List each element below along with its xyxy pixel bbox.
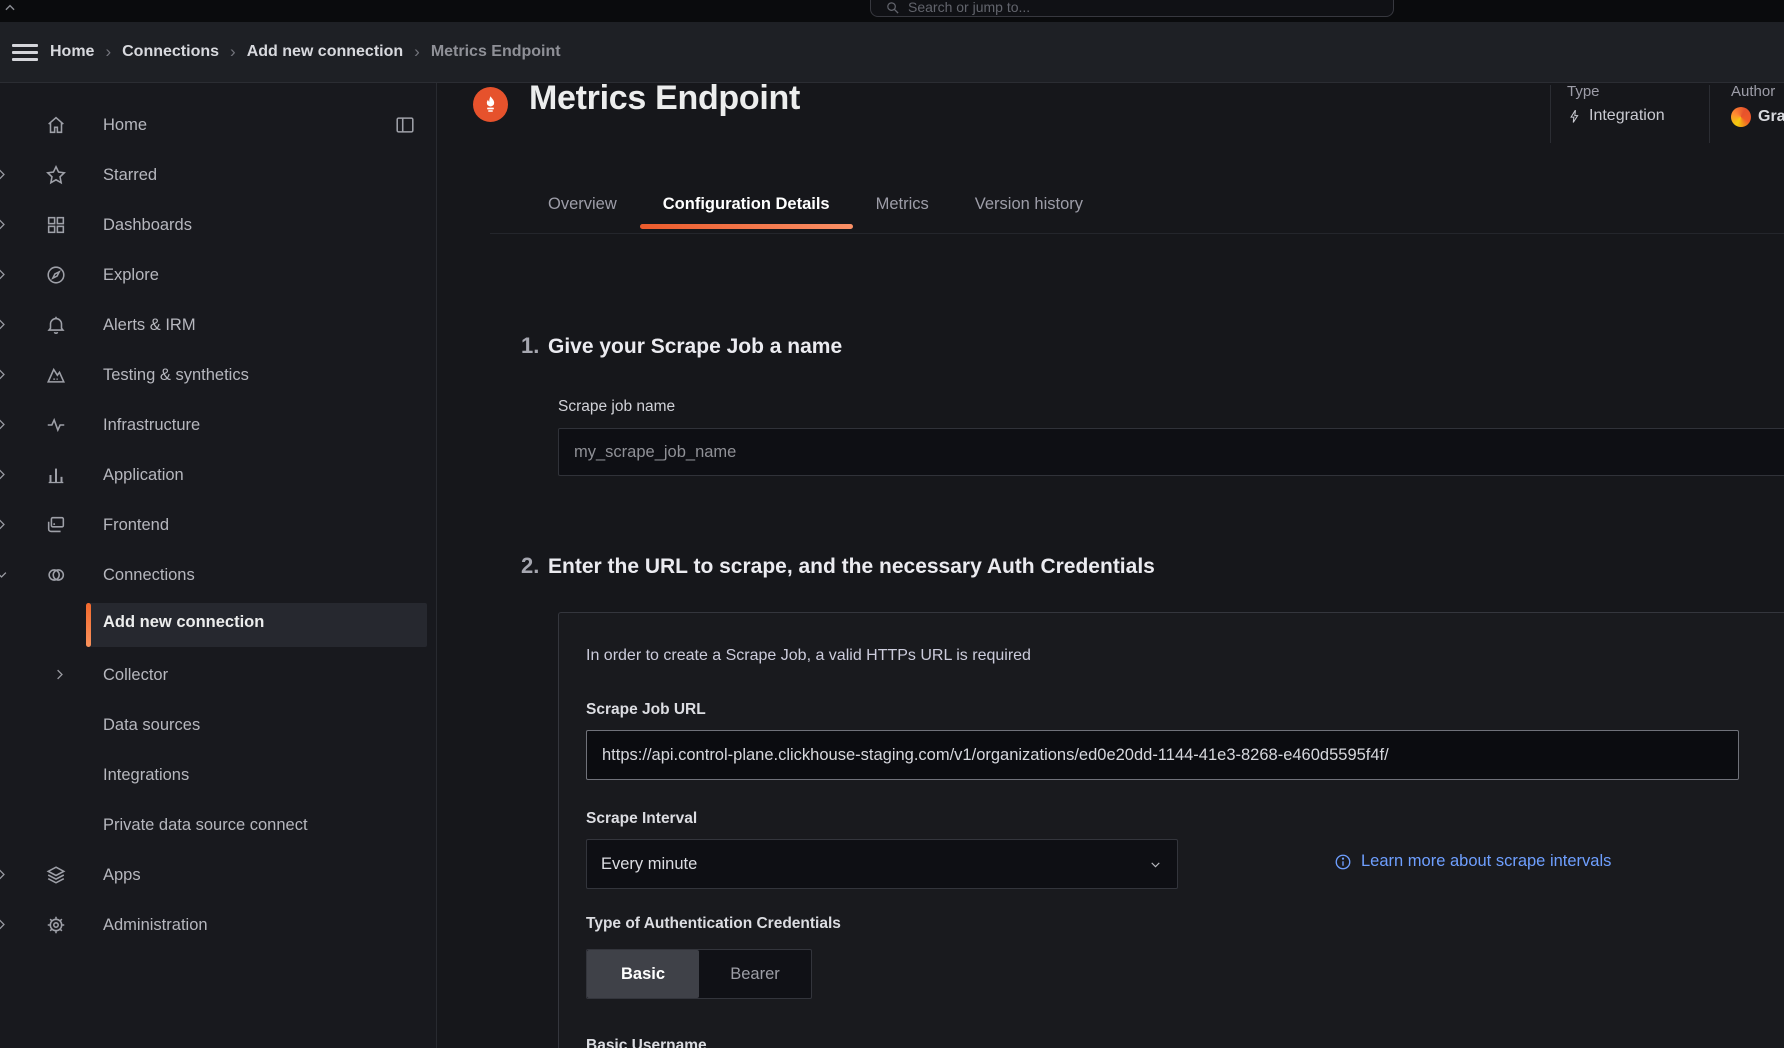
menu-icon[interactable] <box>12 40 38 65</box>
scrape-job-name-label: Scrape job name <box>558 398 675 416</box>
tab-version-history[interactable]: Version history <box>952 181 1106 229</box>
tab-bottom-border <box>490 233 1784 234</box>
sidebar-item-alerts-irm[interactable]: Alerts & IRM <box>0 300 436 350</box>
top-bar: Search or jump to... <box>0 0 1784 22</box>
search-icon <box>885 0 900 15</box>
breadcrumb-metrics-endpoint: Metrics Endpoint <box>431 43 561 61</box>
sidebar-item-infrastructure[interactable]: Infrastructure <box>0 400 436 450</box>
bell-icon <box>45 314 67 336</box>
tab-metrics[interactable]: Metrics <box>853 181 952 229</box>
basic-username-label: Basic Username <box>586 1037 707 1048</box>
tab-configuration-details[interactable]: Configuration Details <box>640 181 853 229</box>
header-divider <box>1550 85 1551 143</box>
scrape-job-url-input[interactable] <box>586 730 1739 780</box>
connections-icon <box>45 564 67 586</box>
breadcrumb-add-new-connection[interactable]: Add new connection <box>247 43 403 61</box>
sidebar-item-starred[interactable]: Starred <box>0 150 436 200</box>
sidebar-item-integrations[interactable]: Integrations <box>0 750 436 800</box>
sidebar-item-application[interactable]: Application <box>0 450 436 500</box>
scrape-job-url-label: Scrape Job URL <box>586 701 706 719</box>
chevron-right-icon[interactable] <box>0 367 9 382</box>
chevron-up-icon[interactable] <box>3 1 17 15</box>
card-note: In order to create a Scrape Job, a valid… <box>586 647 1031 665</box>
sidebar-item-frontend[interactable]: Frontend <box>0 500 436 550</box>
sidebar-item-explore[interactable]: Explore <box>0 250 436 300</box>
auth-option-bearer[interactable]: Bearer <box>699 950 811 998</box>
k6-mountain-icon <box>45 364 67 386</box>
dock-menu-icon[interactable] <box>394 114 416 136</box>
sidebar-item-data-sources[interactable]: Data sources <box>0 700 436 750</box>
layers-icon <box>45 864 67 886</box>
chevron-right-icon[interactable] <box>0 517 9 532</box>
chevron-right-icon[interactable] <box>0 467 9 482</box>
section-1-heading: 1. Give your Scrape Job a name <box>521 333 842 359</box>
selected-nav-highlight[interactable]: Add new connection <box>86 603 427 647</box>
gear-icon <box>45 914 67 936</box>
sidebar-item-connections[interactable]: Connections <box>0 550 436 600</box>
grafana-app: Search or jump to... Home › Connections … <box>0 0 1784 1048</box>
chevron-right-icon[interactable] <box>0 167 9 182</box>
url-auth-card: In order to create a Scrape Job, a valid… <box>558 612 1784 1048</box>
learn-more-link[interactable]: Learn more about scrape intervals <box>1334 852 1611 871</box>
prometheus-icon <box>473 87 508 122</box>
type-meta: Type Integration <box>1567 83 1665 125</box>
bar-chart-icon <box>45 464 67 486</box>
grafana-logo-icon <box>1731 107 1751 127</box>
sidebar-item-home[interactable]: Home <box>0 100 436 150</box>
sidebar-item-dashboards[interactable]: Dashboards <box>0 200 436 250</box>
chevron-right-icon[interactable] <box>0 917 9 932</box>
chevron-right-icon[interactable] <box>0 417 9 432</box>
sidebar-item-testing-synthetics[interactable]: Testing & synthetics <box>0 350 436 400</box>
type-value: Integration <box>1589 107 1665 125</box>
section-2-heading: 2. Enter the URL to scrape, and the nece… <box>521 553 1155 579</box>
pulse-icon <box>45 414 67 436</box>
auth-type-toggle: Basic Bearer <box>586 949 812 999</box>
breadcrumb-connections[interactable]: Connections <box>122 43 219 61</box>
auth-type-label: Type of Authentication Credentials <box>586 915 841 933</box>
active-indicator-bar <box>86 603 91 647</box>
sidebar: Home Starred Dashboards Explore <box>0 83 437 1048</box>
main-content: Metrics Endpoint Type Integration Author… <box>437 83 1784 1048</box>
chevron-right-icon[interactable] <box>0 267 9 282</box>
chevron-right-icon[interactable] <box>0 317 9 332</box>
breadcrumb: Home › Connections › Add new connection … <box>50 42 561 62</box>
chevron-right-icon: › <box>414 42 420 62</box>
sidebar-item-add-new-connection[interactable]: Add new connection <box>0 600 436 650</box>
scrape-interval-select[interactable]: Every minute <box>586 839 1178 889</box>
breadcrumb-bar: Home › Connections › Add new connection … <box>0 22 1784 83</box>
chevron-down-icon[interactable] <box>0 567 9 582</box>
star-icon <box>45 164 67 186</box>
auth-option-basic[interactable]: Basic <box>587 950 699 998</box>
bolt-icon <box>1567 109 1582 124</box>
scrape-job-name-input[interactable] <box>558 428 1784 476</box>
browser-icon <box>45 514 67 536</box>
home-icon <box>45 114 67 136</box>
search-placeholder: Search or jump to... <box>908 0 1030 15</box>
type-label: Type <box>1567 83 1665 100</box>
author-value: Grafana <box>1758 108 1784 126</box>
breadcrumb-home[interactable]: Home <box>50 43 94 61</box>
chevron-right-icon[interactable] <box>0 867 9 882</box>
sidebar-item-private-data-source-connect[interactable]: Private data source connect <box>0 800 436 850</box>
dashboards-icon <box>45 214 67 236</box>
sidebar-item-collector[interactable]: Collector <box>0 650 436 700</box>
tab-bar: Overview Configuration Details Metrics V… <box>525 181 1106 229</box>
scrape-interval-value: Every minute <box>601 855 697 874</box>
chevron-right-icon[interactable] <box>0 217 9 232</box>
info-icon <box>1334 853 1352 871</box>
author-label: Author <box>1731 83 1784 100</box>
chevron-down-icon <box>1149 858 1162 871</box>
tab-overview[interactable]: Overview <box>525 181 640 229</box>
search-input[interactable]: Search or jump to... <box>870 0 1394 17</box>
compass-icon <box>45 264 67 286</box>
sidebar-item-administration[interactable]: Administration <box>0 900 436 950</box>
author-meta: Author Grafana <box>1731 83 1784 127</box>
chevron-right-icon: › <box>105 42 111 62</box>
chevron-right-icon[interactable] <box>52 667 67 682</box>
header-divider <box>1709 85 1710 143</box>
sidebar-item-apps[interactable]: Apps <box>0 850 436 900</box>
page-title: Metrics Endpoint <box>529 83 800 118</box>
chevron-right-icon: › <box>230 42 236 62</box>
scrape-interval-label: Scrape Interval <box>586 810 697 828</box>
